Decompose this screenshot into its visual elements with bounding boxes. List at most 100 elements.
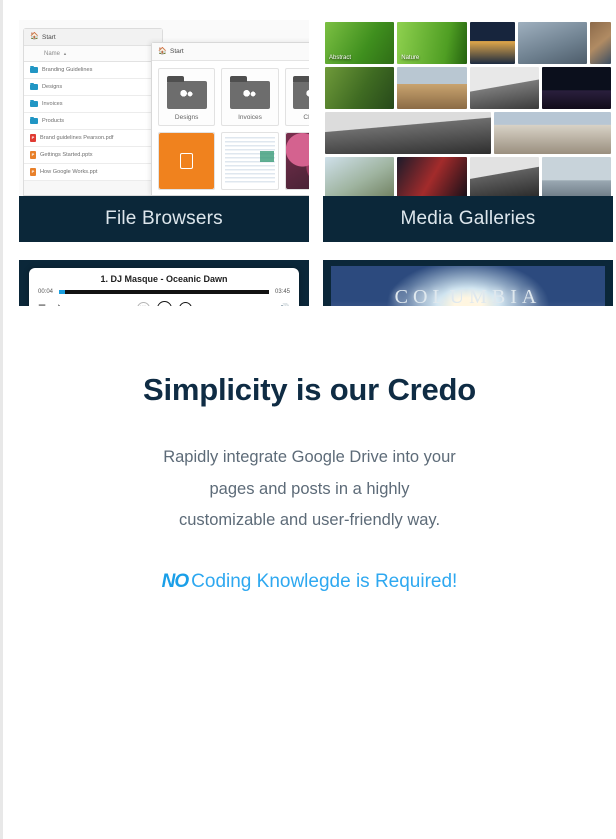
folder-tile[interactable]: Invoices [221, 68, 279, 126]
gallery-thumbnail[interactable] [325, 112, 491, 154]
card-caption: File Browsers [19, 196, 309, 242]
lede-line-3: customizable and user-friendly way. [178, 511, 441, 530]
presentation-thumbnail [159, 133, 215, 189]
list-item[interactable]: P How Google Works.ppt [24, 164, 162, 181]
lede-paragraph: Rapidly integrate Google Drive into your… [43, 442, 576, 537]
lede-line-1: Rapidly integrate Google Drive into your [163, 448, 456, 466]
feature-card-video-players[interactable]: COLUMBIA A SONY PICTURES ENTERTAINMENT C… [323, 260, 613, 306]
pdf-file-icon: P [30, 134, 36, 142]
audio-player-preview: 1. DJ Masque - Oceanic Dawn 00:04 03:45 [19, 260, 309, 306]
folder-tile-label: Invoices [238, 114, 262, 121]
list-item-label: Invoices [42, 101, 63, 107]
home-icon: 🏠 [158, 47, 167, 55]
gallery-thumbnail[interactable] [493, 112, 611, 154]
audio-controls: ☰ ⇄ ⏮ ▶ ⏭ 🔊 [38, 301, 290, 306]
file-tile[interactable] [158, 132, 216, 190]
photo-thumbnail [285, 133, 309, 189]
audio-progress-bar[interactable] [59, 290, 269, 294]
folder-icon [30, 116, 38, 124]
feature-card-grid: 🏠 Start Name ▲ Branding Guidelines Desig… [3, 0, 616, 306]
gallery-thumbnail[interactable] [469, 22, 515, 64]
folder-tile[interactable]: Designs [158, 68, 216, 126]
gallery-thumbnail[interactable] [397, 67, 467, 109]
gallery-thumbnail[interactable] [325, 67, 395, 109]
folder-tile-label: Clients [303, 114, 309, 121]
spreadsheet-thumbnail [222, 133, 278, 189]
list-item[interactable]: Invoices [24, 96, 162, 113]
card-caption: Media Galleries [323, 196, 613, 242]
file-tile[interactable] [221, 132, 279, 190]
feature-card-audio-players[interactable]: 1. DJ Masque - Oceanic Dawn 00:04 03:45 [19, 260, 309, 306]
audio-player-header: 1. DJ Masque - Oceanic Dawn 00:04 03:45 [29, 268, 299, 306]
file-browser-grid-breadcrumb: Start [170, 48, 184, 55]
video-viewport[interactable]: COLUMBIA A SONY PICTURES ENTERTAINMENT C… [331, 266, 605, 306]
next-button[interactable]: ⏭ [178, 302, 192, 306]
page-headline: Simplicity is our Credo [142, 372, 477, 407]
gallery-thumbnail[interactable] [517, 22, 587, 64]
shared-folder-icon [229, 76, 270, 109]
folder-icon [30, 99, 38, 107]
audio-duration: 03:45 [274, 289, 290, 295]
list-item-label: Designs [42, 84, 63, 90]
feature-card-file-browsers[interactable]: 🏠 Start Name ▲ Branding Guidelines Desig… [19, 20, 309, 242]
gallery-thumbnail[interactable] [397, 157, 467, 196]
gallery-thumbnail-label: Abstract [329, 55, 352, 61]
list-item[interactable]: Products [24, 113, 162, 130]
previous-button[interactable]: ⏮ [136, 302, 150, 306]
gallery-thumbnail[interactable] [589, 22, 611, 64]
list-item-label: Products [42, 118, 65, 124]
list-item[interactable]: P Brand guidelines Pearson.pdf [24, 130, 162, 147]
landing-page: 🏠 Start Name ▲ Branding Guidelines Desig… [0, 0, 616, 839]
home-icon: 🏠 [30, 33, 39, 40]
gallery-thumbnail[interactable] [469, 67, 539, 109]
list-item-label: Gettings Started.pptx [40, 152, 93, 158]
gallery-thumbnail[interactable]: Abstract [325, 22, 395, 64]
audio-now-playing: 1. DJ Masque - Oceanic Dawn [100, 274, 228, 284]
powerpoint-file-icon: P [30, 168, 36, 176]
file-browser-tiles: Designs Invoices Clients [152, 61, 309, 196]
file-tile[interactable] [284, 132, 309, 190]
shared-folder-icon [166, 76, 207, 109]
feature-card-media-galleries[interactable]: Abstract Nature Media Galleries [323, 20, 613, 242]
lede-line-2: pages and posts in a highly [209, 479, 410, 498]
list-item[interactable]: Designs [24, 79, 162, 96]
folder-icon [30, 65, 38, 73]
media-gallery-preview: Abstract Nature [323, 20, 613, 196]
file-browser-column-header[interactable]: Name ▲ [24, 46, 162, 62]
cta-line: NO Coding Knowlegde is Required! [43, 571, 576, 593]
cta-emphasis: NO [161, 571, 189, 593]
column-header-name: Name [44, 50, 61, 57]
marketing-copy-section: Simplicity is our Credo Rapidly integrat… [3, 306, 616, 593]
list-item-label: Brand guidelines Pearson.pdf [40, 135, 114, 141]
file-browser-breadcrumb: Start [42, 33, 56, 41]
audio-elapsed-time: 00:04 [38, 289, 54, 295]
cta-text: Coding Knowlegde is Required! [191, 571, 458, 593]
sort-arrow-icon: ▲ [63, 51, 67, 56]
folder-icon [30, 82, 38, 90]
list-item[interactable]: P Gettings Started.pptx [24, 147, 162, 164]
list-item[interactable]: Branding Guidelines [24, 62, 162, 79]
volume-icon[interactable]: 🔊 [279, 304, 290, 307]
gallery-thumbnail[interactable] [541, 157, 611, 196]
file-browser-grid-header: 🏠 Start [152, 43, 309, 61]
studio-wordmark: COLUMBIA [394, 286, 542, 306]
list-item-label: Branding Guidelines [42, 67, 93, 73]
play-button[interactable]: ▶ [156, 301, 172, 306]
file-browser-grid-panel: 🏠 Start Designs Invoices C [151, 42, 309, 196]
audio-progress-remaining [65, 290, 269, 294]
gallery-thumbnail[interactable] [325, 157, 395, 196]
audio-seek-row: 00:04 03:45 [38, 289, 290, 295]
powerpoint-file-icon: P [30, 151, 36, 159]
gallery-thumbnail[interactable]: Nature [397, 22, 467, 64]
folder-tile-label: Designs [174, 114, 199, 121]
gallery-thumbnail-label: Nature [401, 55, 420, 61]
shared-folder-icon [293, 76, 309, 109]
file-browser-preview: 🏠 Start Name ▲ Branding Guidelines Desig… [19, 20, 309, 196]
folder-tile[interactable]: Clients [284, 68, 309, 126]
file-browser-list-header: 🏠 Start [24, 29, 162, 46]
list-item-label: How Google Works.ppt [40, 169, 98, 175]
gallery-thumbnail[interactable] [541, 67, 611, 109]
playlist-icon[interactable]: ☰ [38, 304, 46, 307]
gallery-thumbnail[interactable] [469, 157, 539, 196]
repeat-icon[interactable]: ⇄ [53, 304, 61, 307]
